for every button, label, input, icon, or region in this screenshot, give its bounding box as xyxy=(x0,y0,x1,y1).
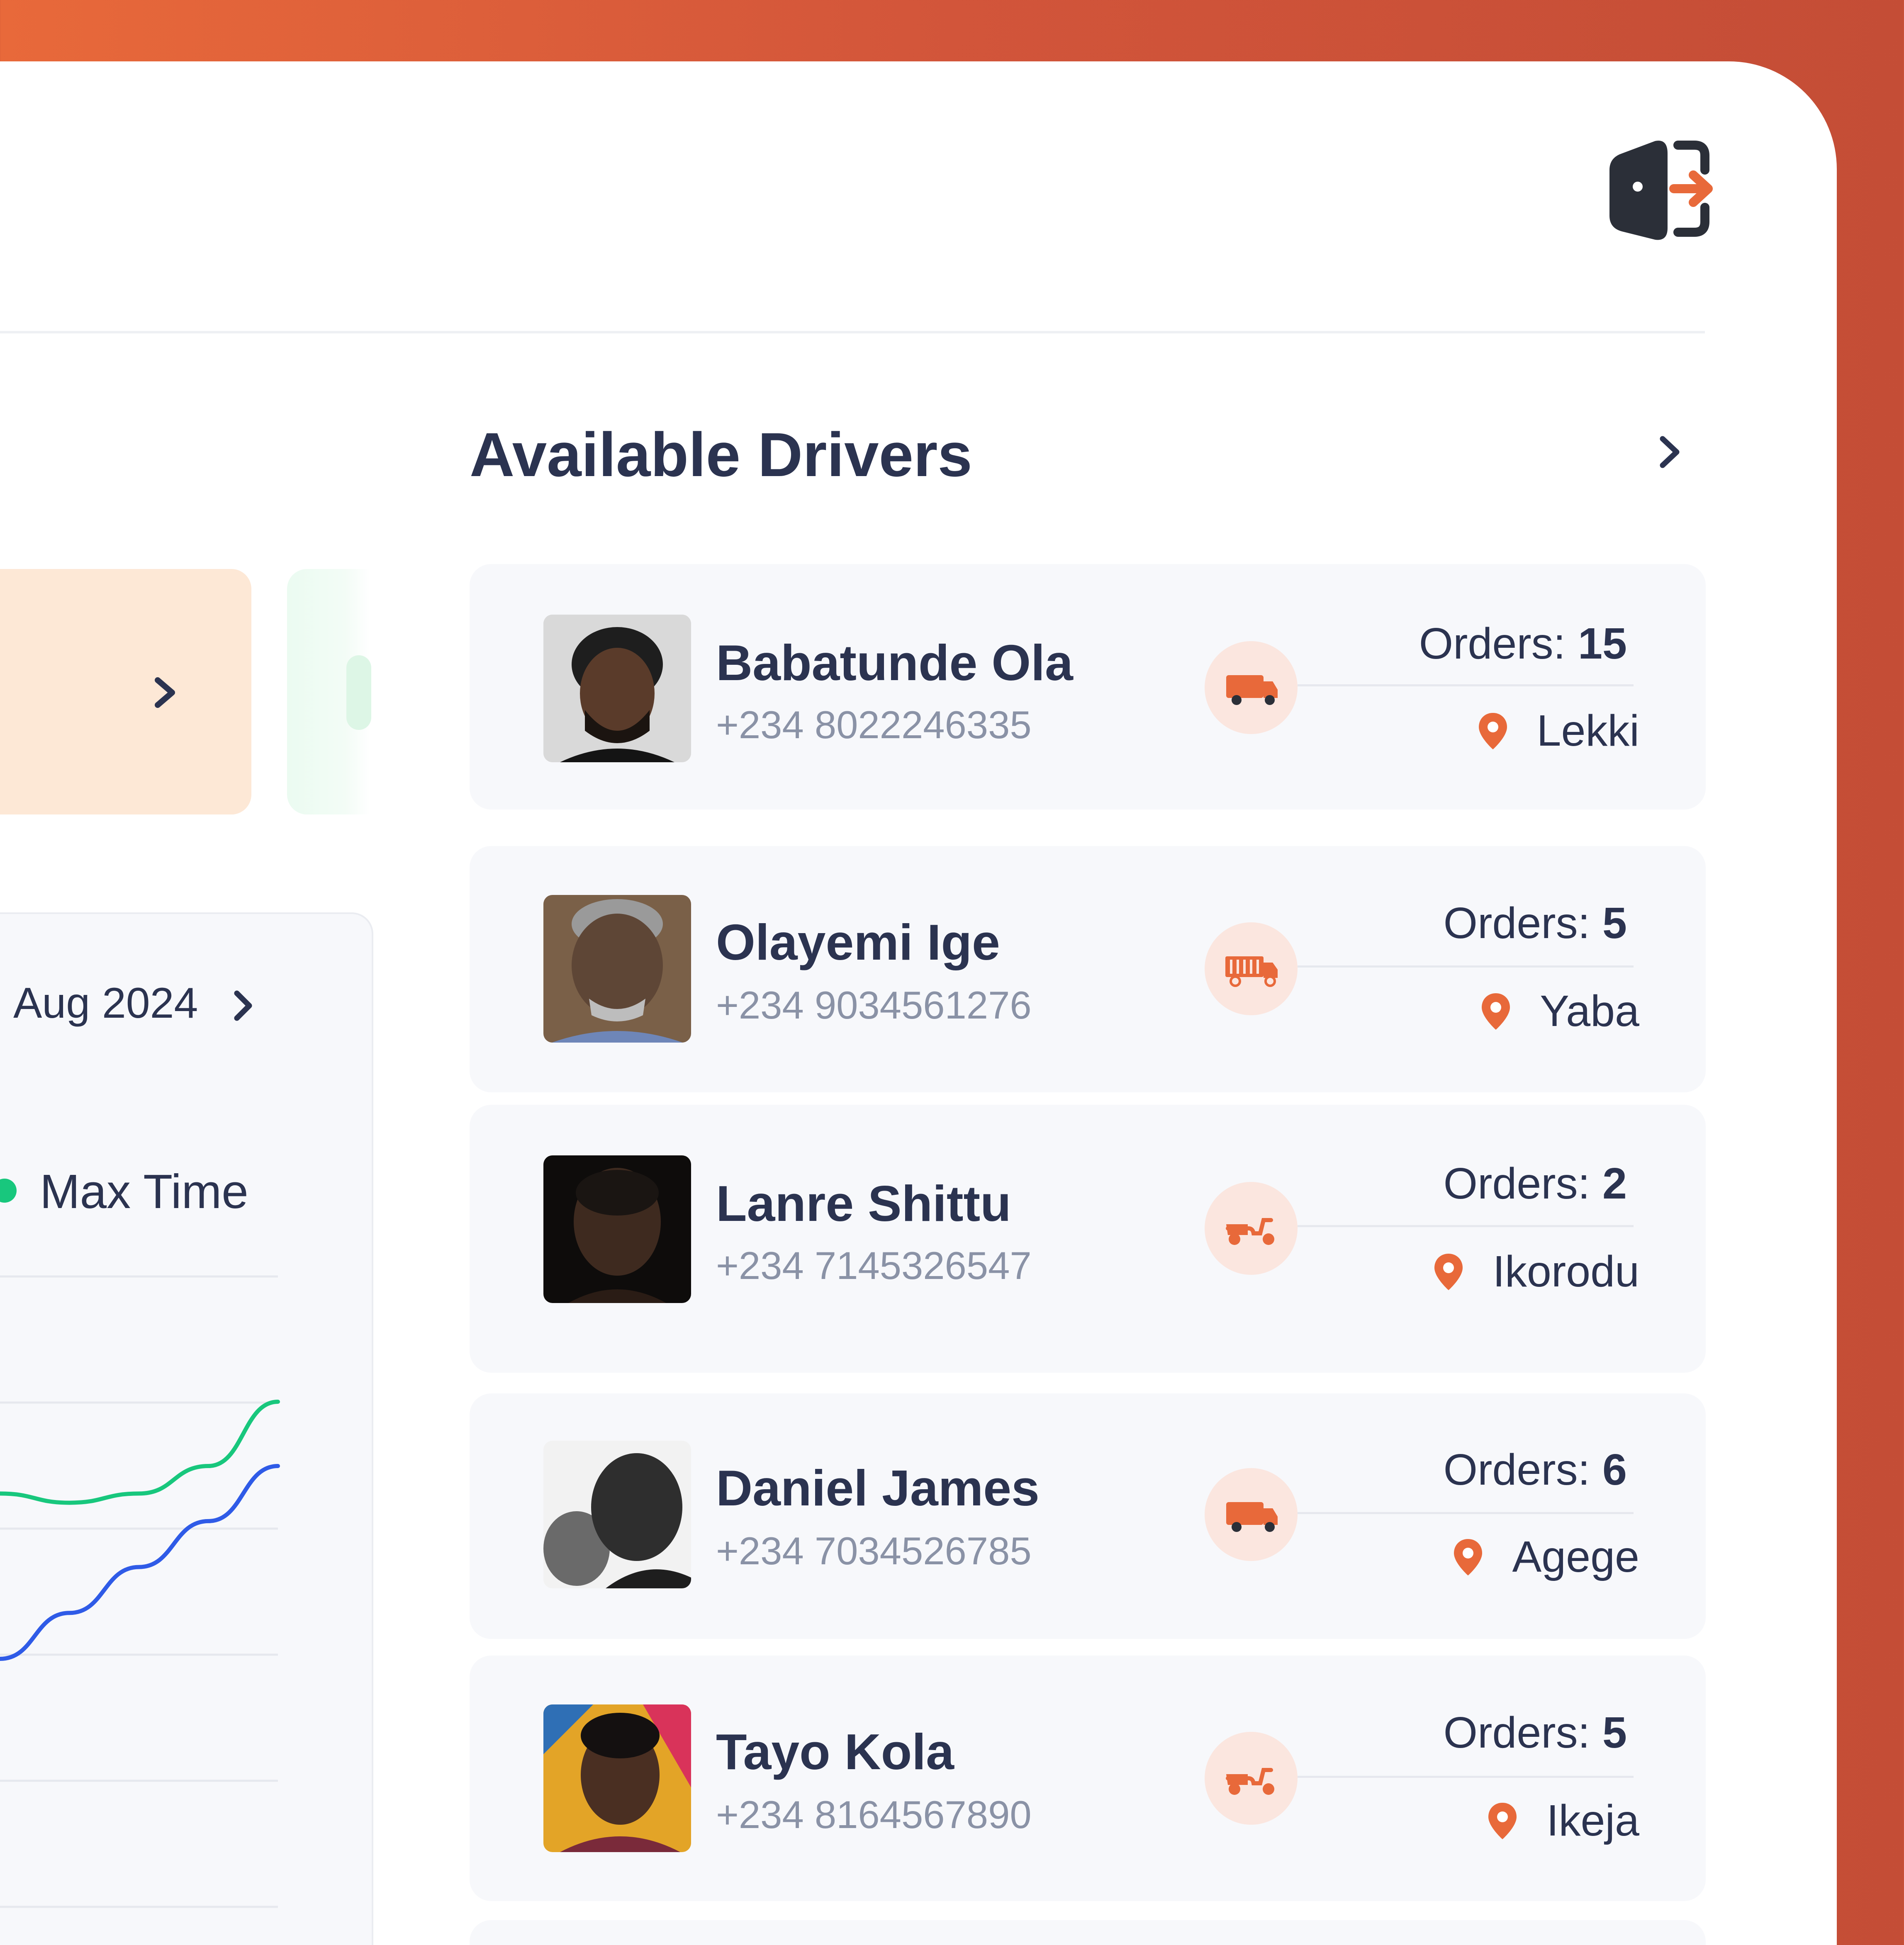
scooter-icon xyxy=(1226,1768,1274,1795)
location-pin-icon xyxy=(1482,993,1510,1030)
driver-card[interactable]: Lanre Shittu +234 7145326547 Orders: 2 Ik… xyxy=(470,1105,1706,1373)
avatar xyxy=(543,895,691,1043)
header-divider xyxy=(0,331,1705,333)
driver-location: Yaba xyxy=(1480,986,1639,1036)
orders-count: Orders: 15 xyxy=(1419,619,1627,668)
chart-series-line-0 xyxy=(0,1400,280,1505)
avatar xyxy=(543,1704,691,1852)
month-selector-label[interactable]: Aug 2024 xyxy=(13,979,198,1028)
location-pin-icon xyxy=(1478,712,1507,749)
summary-card-decoration xyxy=(346,655,371,730)
avatar xyxy=(543,1441,691,1588)
location-pin-icon xyxy=(1454,1539,1483,1575)
vehicle-badge xyxy=(1205,1468,1298,1561)
card-divider xyxy=(1298,1225,1634,1227)
driver-name: Daniel James xyxy=(716,1460,1040,1516)
vehicle-badge xyxy=(1205,1732,1298,1825)
lorry-icon xyxy=(1225,956,1278,987)
truck-icon xyxy=(1226,675,1278,705)
line-chart xyxy=(0,1275,280,1908)
driver-phone: +234 9034561276 xyxy=(716,983,1032,1027)
driver-location: Agege xyxy=(1452,1532,1639,1582)
driver-name: Lanre Shittu xyxy=(716,1175,1011,1232)
card-divider xyxy=(1298,684,1634,686)
vehicle-badge xyxy=(1205,922,1298,1015)
driver-phone: +234 7034526785 xyxy=(716,1529,1032,1573)
driver-phone: +234 7145326547 xyxy=(716,1244,1032,1287)
orders-count: Orders: 6 xyxy=(1443,1445,1627,1494)
orders-count: Orders: 2 xyxy=(1443,1159,1627,1208)
legend-label-max-time: Max Time xyxy=(40,1165,248,1218)
card-divider xyxy=(1298,1512,1634,1514)
card-divider xyxy=(1298,965,1634,968)
orders-count: Orders: 5 xyxy=(1443,1708,1627,1757)
driver-card[interactable] xyxy=(470,1920,1706,1945)
location-pin-icon xyxy=(1434,1253,1463,1290)
chevron-right-icon[interactable] xyxy=(231,987,256,1024)
driver-location: Lekki xyxy=(1477,706,1639,756)
driver-name: Olayemi Ige xyxy=(716,914,1000,970)
driver-location: Ikeja xyxy=(1487,1796,1639,1846)
section-title: Available Drivers xyxy=(470,420,972,489)
driver-card[interactable]: Olayemi Ige +234 9034561276 Orders: 5 Yab… xyxy=(470,846,1706,1092)
location-pin-icon xyxy=(1488,1802,1517,1839)
driver-phone: +234 8164567890 xyxy=(716,1793,1032,1836)
driver-phone: +234 8022246335 xyxy=(716,703,1032,746)
logout-door-icon xyxy=(1609,141,1713,240)
avatar xyxy=(543,615,691,762)
chevron-right-icon[interactable] xyxy=(149,672,183,713)
chevron-right-icon[interactable] xyxy=(1655,431,1684,473)
driver-card[interactable]: Tayo Kola +234 8164567890 Orders: 5 Ikeja xyxy=(470,1656,1706,1901)
card-divider xyxy=(1298,1776,1634,1778)
scooter-icon xyxy=(1226,1218,1274,1245)
driver-location: Ikorodu xyxy=(1433,1247,1639,1297)
driver-name: Babatunde Ola xyxy=(716,635,1073,691)
truck-icon xyxy=(1226,1502,1278,1532)
driver-name: Tayo Kola xyxy=(716,1724,954,1780)
summary-card[interactable] xyxy=(0,569,251,814)
avatar xyxy=(543,1155,691,1303)
orders-count: Orders: 5 xyxy=(1443,899,1627,948)
logout-button[interactable] xyxy=(1605,137,1713,241)
driver-card[interactable]: Babatunde Ola +234 8022246335 Orders: 15 … xyxy=(470,564,1706,810)
driver-card[interactable]: Daniel James +234 7034526785 Orders: 6 Ag… xyxy=(470,1393,1706,1639)
vehicle-badge xyxy=(1205,1182,1298,1275)
vehicle-badge xyxy=(1205,641,1298,734)
